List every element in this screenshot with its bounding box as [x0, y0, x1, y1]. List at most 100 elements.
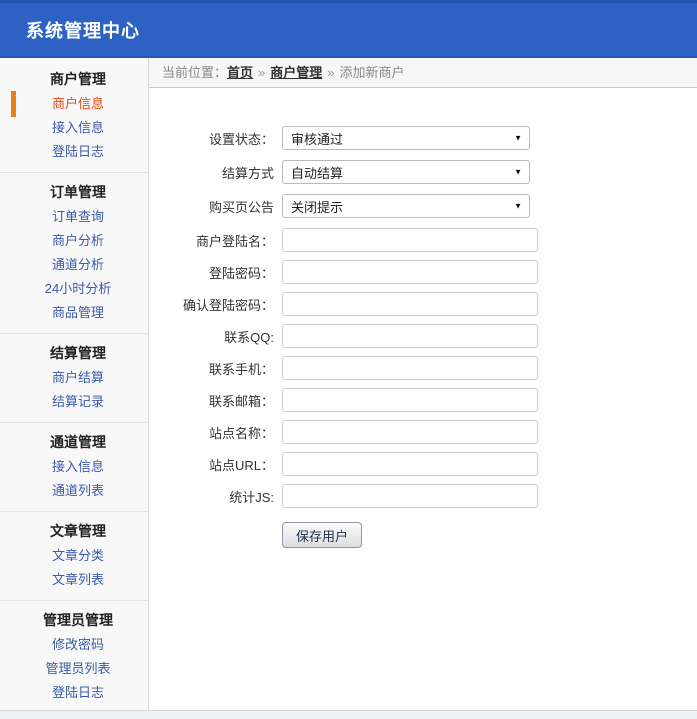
breadcrumb-link[interactable]: 首页 [227, 65, 253, 80]
page-title: 系统管理中心 [26, 17, 140, 43]
sidebar-section-title: 商户管理 [0, 66, 148, 92]
sidebar-item-article-categories[interactable]: 文章分类 [0, 544, 148, 568]
sidebar-section: 通道管理接入信息通道列表 [0, 422, 148, 511]
sidebar-item-access-info[interactable]: 接入信息 [0, 116, 148, 140]
sidebar-section-title: 订单管理 [0, 179, 148, 205]
buy-page-notice-label: 购买页公告 [149, 197, 274, 216]
chevron-down-icon: ▼ [514, 202, 522, 211]
contact-email-label: 联系邮箱： [149, 391, 274, 410]
sidebar-item-merchant-info[interactable]: 商户信息 [0, 92, 148, 116]
sidebar-item-article-list[interactable]: 文章列表 [0, 568, 148, 592]
sidebar-item-admin-login-log[interactable]: 登陆日志 [0, 681, 148, 705]
sidebar-item-label: 通道列表 [52, 483, 104, 498]
sidebar-item-label: 文章分类 [52, 548, 104, 563]
contact-mobile-input[interactable] [282, 356, 538, 380]
sidebar-item-merchant-settlement[interactable]: 商户结算 [0, 366, 148, 390]
sidebar-item-label: 通道分析 [52, 257, 104, 272]
sidebar-section: 管理员管理修改密码管理员列表登陆日志 [0, 600, 148, 713]
breadcrumb-separator: » [258, 65, 265, 80]
site-name-input[interactable] [282, 420, 538, 444]
sidebar-section: 结算管理商户结算结算记录 [0, 333, 148, 422]
chevron-down-icon: ▼ [514, 168, 522, 177]
status-select[interactable]: 审核通过 ▼ [282, 126, 530, 150]
form-row-contact-mobile: 联系手机： [149, 356, 697, 380]
login-password-label: 登陆密码： [149, 263, 274, 282]
active-indicator-bar [11, 91, 16, 117]
contact-qq-input[interactable] [282, 324, 538, 348]
sidebar-section: 商户管理商户信息接入信息登陆日志 [0, 60, 148, 172]
chevron-down-icon: ▼ [514, 134, 522, 143]
sidebar-item-admin-list[interactable]: 管理员列表 [0, 657, 148, 681]
form-row-contact-email: 联系邮箱： [149, 388, 697, 412]
sidebar-item-change-password[interactable]: 修改密码 [0, 633, 148, 657]
sidebar-item-label: 登陆日志 [52, 685, 104, 700]
save-user-button[interactable]: 保存用户 [282, 522, 362, 548]
breadcrumb-current: 添加新商户 [340, 65, 405, 80]
site-url-input[interactable] [282, 452, 538, 476]
form-row-site-name: 站点名称： [149, 420, 697, 444]
stats-js-label: 统计JS: [149, 487, 274, 506]
form-row-confirm-login-password: 确认登陆密码： [149, 292, 697, 316]
sidebar-item-merchant-analysis[interactable]: 商户分析 [0, 229, 148, 253]
sidebar-item-order-query[interactable]: 订单查询 [0, 205, 148, 229]
contact-mobile-label: 联系手机： [149, 359, 274, 378]
form-row-stats-js: 统计JS: [149, 484, 697, 508]
settlement-method-select[interactable]: 自动结算 ▼ [282, 160, 530, 184]
merchant-login-name-input[interactable] [282, 228, 538, 252]
form-row-status: 设置状态： 审核通过 ▼ [149, 126, 697, 150]
status-label: 设置状态： [149, 129, 274, 148]
sidebar-section-title: 文章管理 [0, 518, 148, 544]
site-name-label: 站点名称： [149, 423, 274, 442]
sidebar-item-label: 结算记录 [52, 394, 104, 409]
sidebar-item-label: 文章列表 [52, 572, 104, 587]
sidebar-section-title: 通道管理 [0, 429, 148, 455]
breadcrumb: 当前位置：首页 » 商户管理 » 添加新商户 [149, 58, 697, 88]
main-area: 当前位置：首页 » 商户管理 » 添加新商户 设置状态： 审核通过 ▼ 结算方式自动结算 ▼ 购买… [149, 58, 697, 710]
sidebar-section: 订单管理订单查询商户分析通道分析 24小时分析商品管理 [0, 172, 148, 333]
sidebar-item-label: 商户分析 [52, 233, 104, 248]
contact-email-input[interactable] [282, 388, 538, 412]
login-password-input[interactable] [282, 260, 538, 284]
selected-option-label: 审核通过 [291, 129, 343, 148]
merchant-login-name-label: 商户登陆名： [149, 231, 274, 250]
sidebar-item-label: 商户结算 [52, 370, 104, 385]
sidebar-item-label: 管理员列表 [45, 661, 110, 676]
settlement-method-label: 结算方式 [149, 163, 274, 182]
form-row-site-url: 站点URL： [149, 452, 697, 476]
breadcrumb-link[interactable]: 商户管理 [270, 65, 322, 80]
sidebar-item-channel-analysis[interactable]: 通道分析 [0, 253, 148, 277]
sidebar-item-settlement-records[interactable]: 结算记录 [0, 390, 148, 414]
sidebar-item-label: 24小时分析 [45, 281, 111, 296]
form-row-settlement-method: 结算方式自动结算 ▼ [149, 160, 697, 184]
sidebar-item-label: 接入信息 [52, 459, 104, 474]
form-row-contact-qq: 联系QQ: [149, 324, 697, 348]
content-area: 商户管理商户信息接入信息登陆日志订单管理订单查询商户分析通道分析24小时分析商品… [0, 58, 697, 710]
sidebar-item-label: 订单查询 [52, 209, 104, 224]
sidebar-item-product-management[interactable]: 商品管理 [0, 301, 148, 325]
add-merchant-form: 设置状态： 审核通过 ▼ 结算方式自动结算 ▼ 购买页公告关闭提示 ▼ 商户登陆名： 登陆密码：… [149, 88, 697, 548]
selected-option-label: 关闭提示 [291, 197, 343, 216]
sidebar-item-label: 登陆日志 [52, 144, 104, 159]
selected-option-label: 自动结算 [291, 163, 343, 182]
sidebar-item-label: 接入信息 [52, 120, 104, 135]
footer-strip [0, 710, 697, 719]
sidebar-item-label: 商品管理 [52, 305, 104, 320]
sidebar-section: 文章管理文章分类文章列表 [0, 511, 148, 600]
sidebar-item-channel-access-info[interactable]: 接入信息 [0, 455, 148, 479]
sidebar-item-24h-analysis[interactable]: 24小时分析 [0, 277, 148, 301]
breadcrumb-prefix: 当前位置： [162, 65, 227, 80]
stats-js-input[interactable] [282, 484, 538, 508]
form-rows: 设置状态： 审核通过 ▼ 结算方式自动结算 ▼ 购买页公告关闭提示 ▼ 商户登陆名： 登陆密码：… [149, 126, 697, 508]
sidebar-item-login-log[interactable]: 登陆日志 [0, 140, 148, 164]
form-row-login-password: 登陆密码： [149, 260, 697, 284]
confirm-login-password-input[interactable] [282, 292, 538, 316]
contact-qq-label: 联系QQ: [149, 327, 274, 346]
breadcrumb-separator: » [327, 65, 334, 80]
site-url-label: 站点URL： [149, 455, 274, 474]
page: 系统管理中心 商户管理商户信息接入信息登陆日志订单管理订单查询商户分析通道分析2… [0, 0, 697, 719]
buy-page-notice-select[interactable]: 关闭提示 ▼ [282, 194, 530, 218]
sidebar-item-label: 修改密码 [52, 637, 104, 652]
form-row-merchant-login-name: 商户登陆名： [149, 228, 697, 252]
sidebar-item-label: 商户信息 [52, 96, 104, 111]
sidebar-item-channel-list[interactable]: 通道列表 [0, 479, 148, 503]
